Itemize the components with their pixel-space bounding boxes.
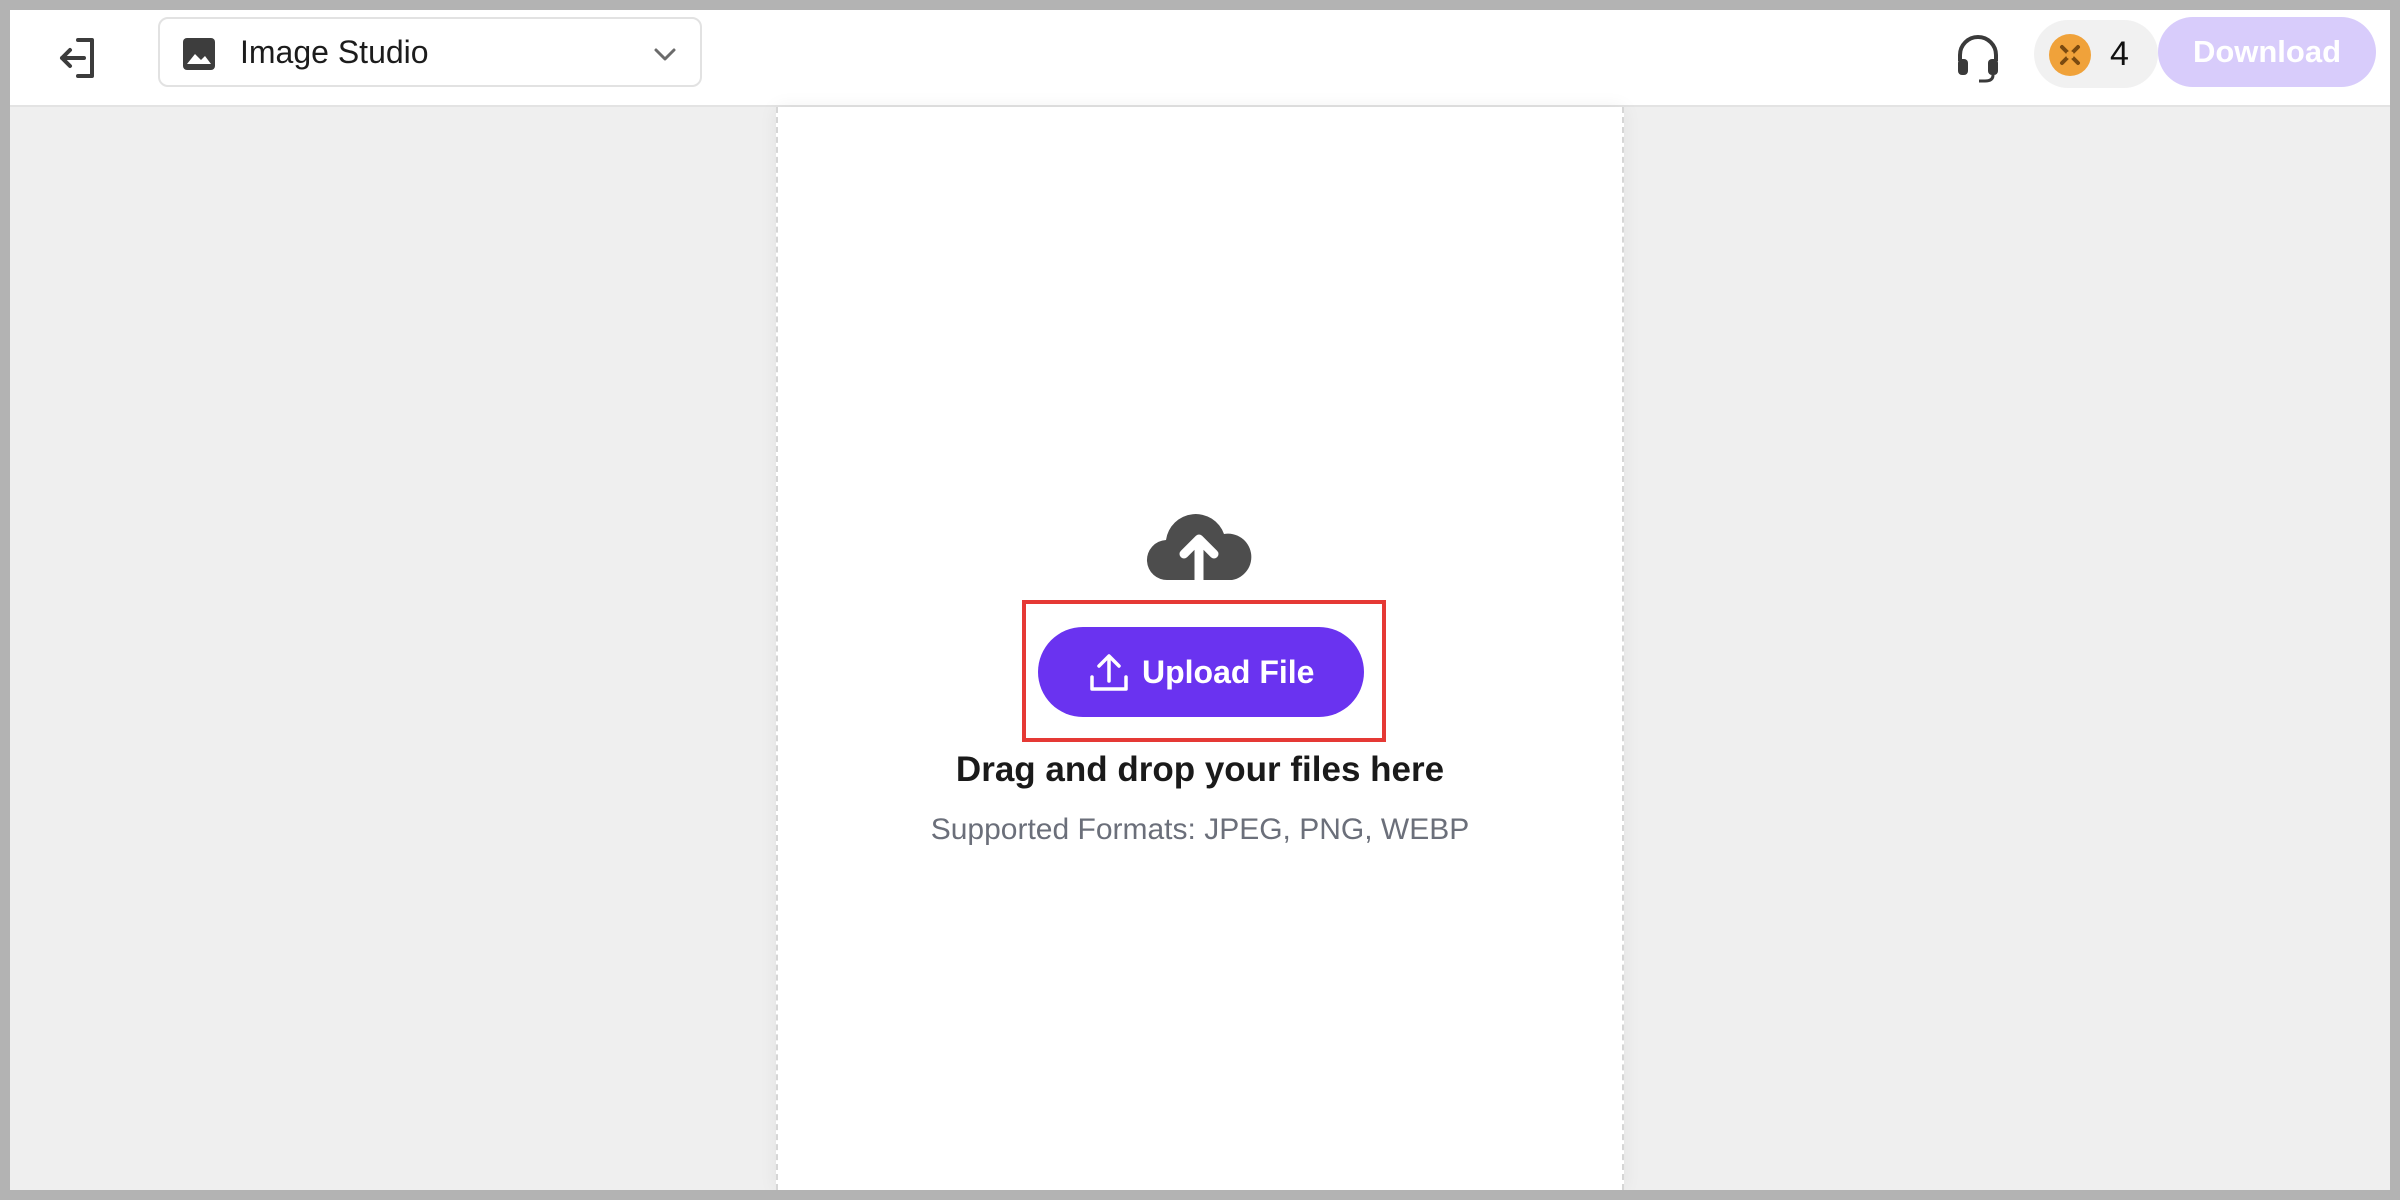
studio-selector[interactable]: Image Studio (158, 17, 702, 87)
upload-file-button[interactable]: Upload File (1038, 627, 1364, 717)
upload-file-label: Upload File (1142, 654, 1315, 690)
app-window: Image Studio 4 Download Upload File Drag… (10, 10, 2390, 1190)
exit-button[interactable] (48, 28, 108, 88)
download-button[interactable]: Download (2158, 17, 2376, 87)
headset-icon (1958, 35, 1998, 83)
support-button[interactable] (1948, 28, 2008, 88)
cloud-upload-icon (1146, 514, 1252, 584)
credits-count: 4 (2110, 35, 2129, 73)
upload-icon (1090, 654, 1128, 691)
image-icon (183, 38, 215, 70)
chevron-down-icon (654, 48, 676, 61)
supported-formats: Supported Formats: JPEG, PNG, WEBP (930, 813, 1470, 846)
drop-instructions: Drag and drop your files here (955, 750, 1445, 789)
top-toolbar: Image Studio 4 Download (10, 10, 2390, 107)
studio-selector-label: Image Studio (240, 34, 429, 70)
exit-icon (60, 38, 94, 78)
coin-icon (2049, 34, 2091, 76)
credits-badge[interactable]: 4 (2034, 20, 2158, 88)
